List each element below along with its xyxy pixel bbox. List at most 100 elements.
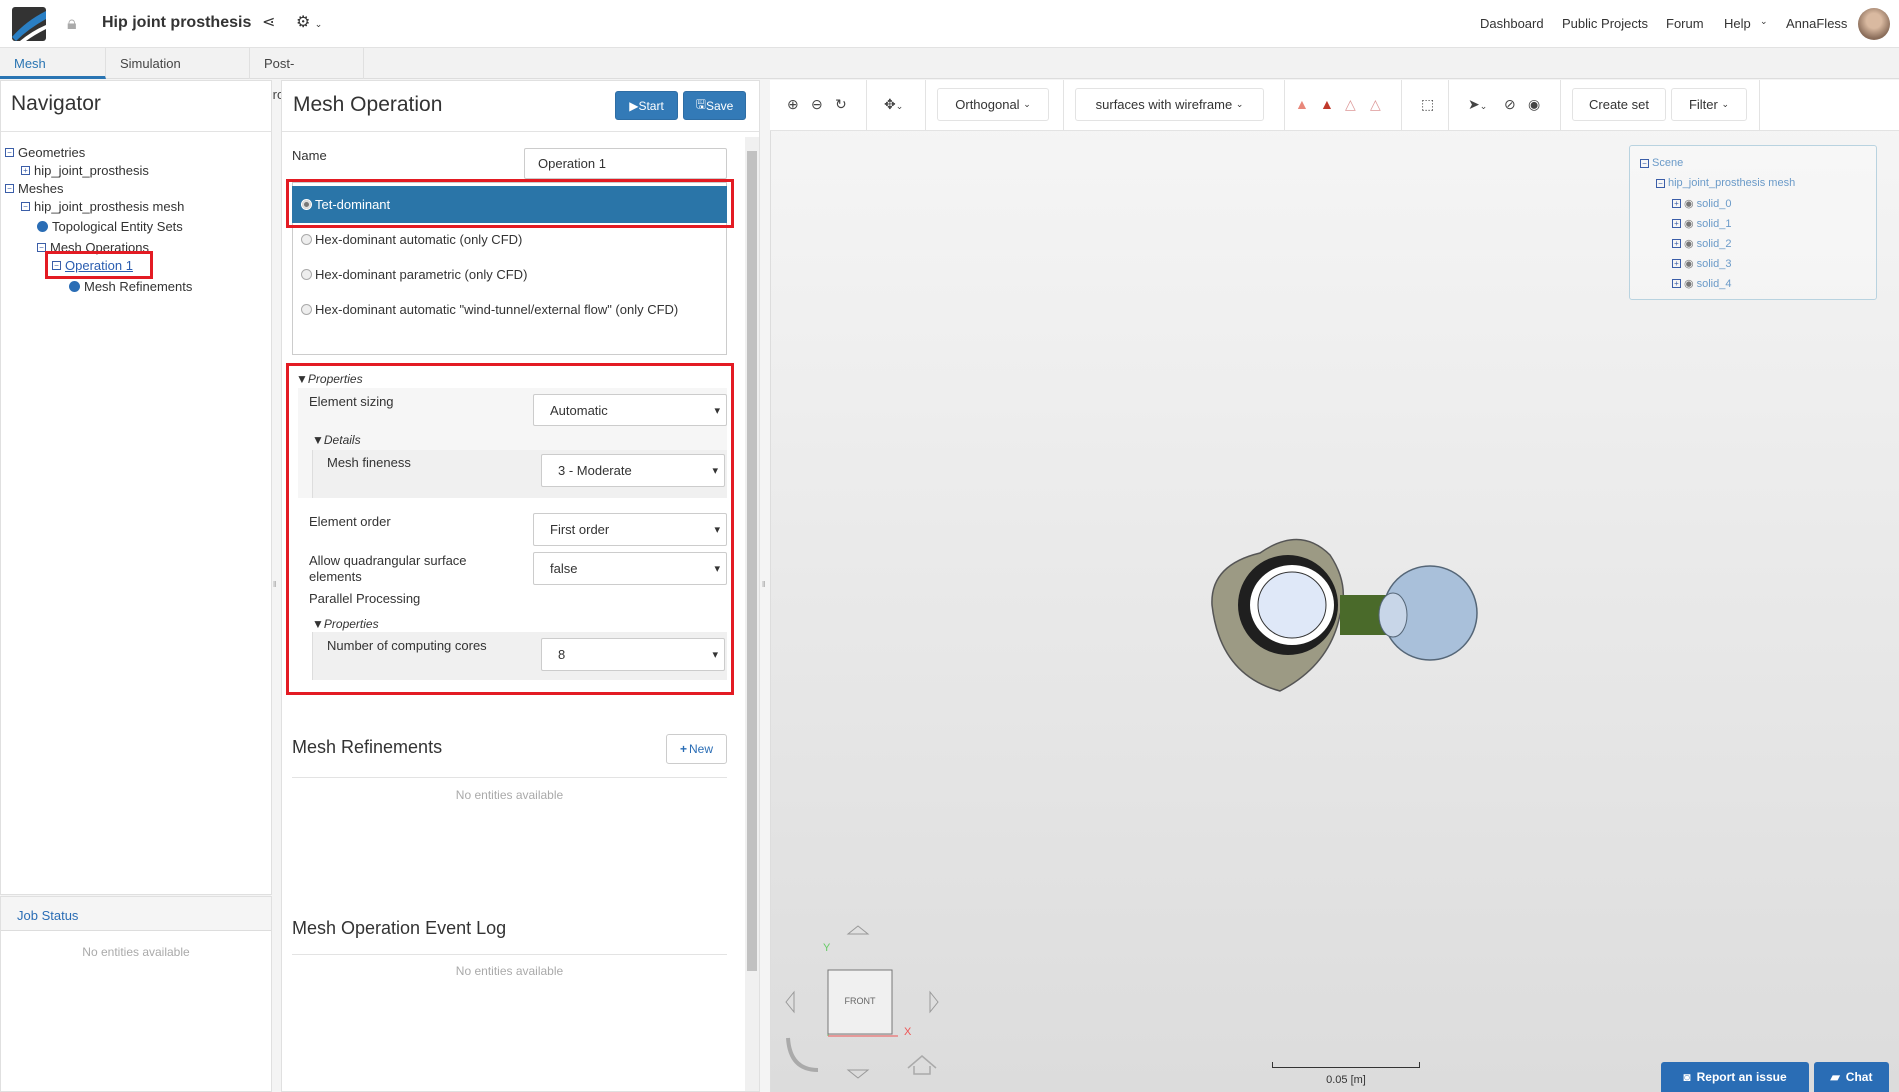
nav-dashboard[interactable]: Dashboard: [1480, 16, 1544, 31]
surface-edges-mode-icon[interactable]: ▲: [1320, 96, 1334, 112]
tree-mesh-item[interactable]: − hip_joint_prosthesis mesh: [21, 199, 184, 214]
expand-icon[interactable]: +: [1672, 259, 1681, 268]
projection-dropdown[interactable]: Orthogonal ⌄: [937, 88, 1049, 121]
radio-icon[interactable]: [301, 304, 312, 315]
start-label: Start: [638, 98, 664, 113]
tree-meshes[interactable]: − Meshes: [5, 181, 64, 196]
scene-solid[interactable]: + ◉ solid_1: [1672, 217, 1731, 230]
chevron-down-icon: ⌄: [1023, 99, 1031, 109]
divider: [866, 80, 867, 131]
scene-solid[interactable]: + ◉ solid_0: [1672, 197, 1731, 210]
render-mode-dropdown[interactable]: surfaces with wireframe ⌄: [1075, 88, 1264, 121]
tree-label: Topological Entity Sets: [52, 219, 183, 234]
tree-label: hip_joint_prosthesis: [34, 163, 149, 178]
create-set-button[interactable]: Create set: [1572, 88, 1666, 121]
hip-prosthesis-model[interactable]: [1200, 525, 1490, 695]
tree-topological-entity-sets[interactable]: Topological Entity Sets: [37, 219, 183, 234]
hide-icon[interactable]: ⊘: [1504, 96, 1516, 113]
nav-public-projects[interactable]: Public Projects: [1562, 16, 1648, 31]
scene-label: hip_joint_prosthesis mesh: [1668, 177, 1796, 189]
tree-geometry-item[interactable]: + hip_joint_prosthesis: [21, 163, 149, 178]
job-status-panel: Job Status No entities available: [0, 896, 272, 1092]
box-select-icon[interactable]: ⬚: [1421, 96, 1434, 113]
resize-handle[interactable]: ‖: [273, 580, 276, 589]
nav-help[interactable]: Help: [1724, 16, 1751, 31]
expand-icon[interactable]: +: [1672, 199, 1681, 208]
help-chevron-icon[interactable]: ⌄: [1760, 16, 1768, 27]
option-hex-parametric[interactable]: Hex-dominant parametric (only CFD): [301, 267, 527, 282]
tab-mesh-creator[interactable]: Mesh Creator: [0, 48, 106, 102]
resize-handle[interactable]: ‖: [762, 580, 765, 589]
pointer-icon[interactable]: ➤⌄: [1468, 96, 1487, 113]
settings-gear-icon[interactable]: ⚙ ⌄: [296, 12, 322, 32]
save-button[interactable]: 🖫 Save: [683, 91, 746, 120]
expand-icon[interactable]: +: [1672, 279, 1681, 288]
collapse-icon[interactable]: −: [5, 184, 14, 193]
points-mode-icon[interactable]: △: [1370, 96, 1381, 113]
expand-icon[interactable]: +: [1672, 239, 1681, 248]
report-label: Report an issue: [1696, 1070, 1787, 1084]
divider: [925, 80, 926, 131]
scrollbar-thumb[interactable]: [747, 151, 757, 971]
chevron-down-icon: ⌄: [1235, 99, 1244, 109]
eye-icon[interactable]: ◉: [1684, 217, 1694, 230]
zoom-out-icon[interactable]: ⊖: [811, 96, 823, 113]
report-issue-button[interactable]: ◙ Report an issue: [1661, 1062, 1809, 1092]
collapse-icon[interactable]: −: [1656, 178, 1665, 188]
tab-post-processor[interactable]: Post-Processor: [250, 48, 364, 102]
expand-icon[interactable]: +: [21, 166, 30, 175]
scene-solid[interactable]: + ◉ solid_4: [1672, 277, 1731, 290]
tree-mesh-refinements[interactable]: Mesh Refinements: [69, 279, 192, 294]
tree-geometries[interactable]: − Geometries: [5, 145, 85, 160]
eye-icon[interactable]: ◉: [1684, 257, 1694, 270]
projection-label: Orthogonal: [955, 97, 1020, 112]
divider: [1448, 80, 1449, 131]
nav-forum[interactable]: Forum: [1666, 16, 1704, 31]
name-input[interactable]: [524, 148, 727, 179]
eye-icon[interactable]: ◉: [1684, 237, 1694, 250]
scale-label: 0.05 [m]: [1326, 1074, 1366, 1086]
job-status-empty: No entities available: [82, 945, 190, 959]
user-menu[interactable]: AnnaFless: [1786, 16, 1847, 31]
show-icon[interactable]: ◉: [1528, 96, 1540, 113]
rotate-up-icon: [846, 925, 870, 935]
rotate-right-icon: [929, 990, 939, 1014]
divider: [292, 954, 727, 955]
start-button[interactable]: ▶ Start: [615, 91, 678, 120]
tree-label: Mesh Refinements: [84, 279, 193, 294]
chevron-down-icon: ⌄: [1721, 99, 1730, 109]
move-icon[interactable]: ✥⌄: [884, 96, 903, 113]
tab-simulation-designer[interactable]: Simulation Designer: [106, 48, 250, 102]
home-icon: [907, 1055, 937, 1075]
eye-icon[interactable]: ◉: [1684, 277, 1694, 290]
scene-mesh[interactable]: − hip_joint_prosthesis mesh: [1656, 177, 1795, 189]
share-icon[interactable]: ⋖: [262, 12, 275, 32]
option-label: Hex-dominant automatic (only CFD): [315, 232, 523, 247]
collapse-icon[interactable]: −: [1640, 158, 1649, 168]
scene-solid[interactable]: + ◉ solid_3: [1672, 257, 1731, 270]
option-hex-wind-tunnel[interactable]: Hex-dominant automatic "wind-tunnel/exte…: [301, 302, 678, 317]
expand-icon[interactable]: +: [1672, 219, 1681, 228]
scrollbar-track[interactable]: [745, 137, 759, 1091]
avatar[interactable]: [1858, 8, 1890, 40]
collapse-icon[interactable]: −: [5, 148, 14, 157]
scene-label: solid_4: [1696, 277, 1732, 290]
radio-icon[interactable]: [301, 234, 312, 245]
app-logo[interactable]: [12, 7, 46, 41]
floppy-icon: 🖫: [695, 97, 706, 111]
chat-button[interactable]: ▰ Chat: [1814, 1062, 1889, 1092]
wireframe-mode-icon[interactable]: △: [1345, 96, 1356, 113]
option-hex-automatic[interactable]: Hex-dominant automatic (only CFD): [301, 232, 522, 247]
filter-dropdown[interactable]: Filter ⌄: [1671, 88, 1747, 121]
collapse-icon[interactable]: −: [21, 202, 30, 211]
scene-root[interactable]: − Scene: [1640, 157, 1683, 169]
surface-mode-icon[interactable]: ▲: [1295, 96, 1309, 112]
zoom-in-icon[interactable]: ⊕: [787, 96, 799, 113]
reset-view-icon[interactable]: ↻: [835, 96, 847, 113]
option-label: Hex-dominant parametric (only CFD): [315, 267, 528, 282]
view-cube-face[interactable]: FRONT: [828, 996, 892, 1006]
eye-icon[interactable]: ◉: [1684, 197, 1694, 210]
new-refinement-button[interactable]: + New: [666, 734, 727, 764]
scene-solid[interactable]: + ◉ solid_2: [1672, 237, 1731, 250]
radio-icon[interactable]: [301, 269, 312, 280]
